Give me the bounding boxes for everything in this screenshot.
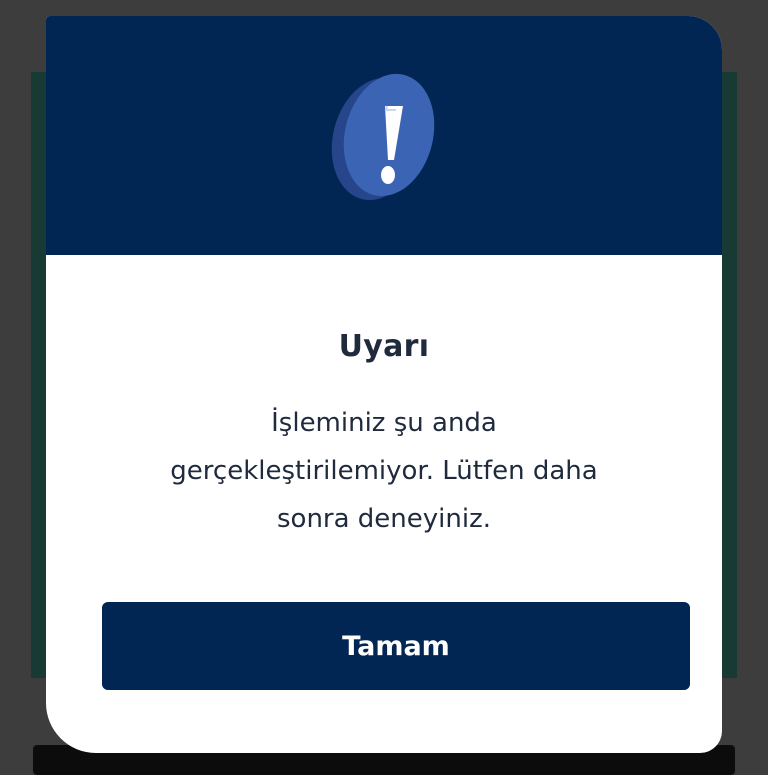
dialog-message: İşleminiz şu anda gerçekleştirilemiyor. … [134,399,634,543]
dialog-header [46,16,722,255]
alert-dialog: Uyarı İşleminiz şu anda gerçekleştirilem… [46,16,722,753]
ok-button[interactable]: Tamam [102,602,690,690]
dialog-message-line: İşleminiz şu anda [271,408,497,438]
exclamation-circle-icon [331,73,435,201]
ok-button-label: Tamam [342,630,450,662]
dialog-title: Uyarı [338,329,430,364]
dialog-message-line: sonra deneyiniz. [276,504,492,534]
dialog-message-line: gerçekleştirilemiyor. Lütfen daha [170,456,598,486]
